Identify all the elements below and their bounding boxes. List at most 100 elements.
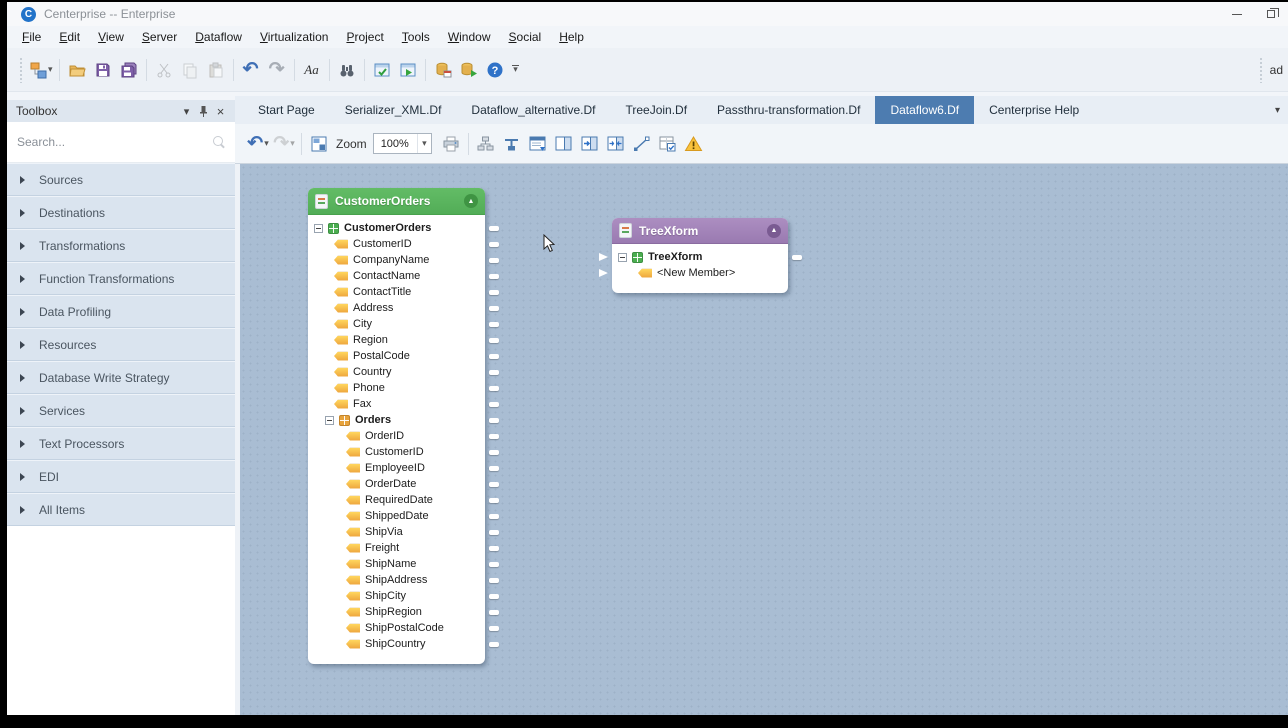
tree-row[interactable]: ShipVia [308, 524, 485, 540]
menu-item[interactable]: Dataflow [186, 27, 251, 47]
tree-row[interactable]: ShipCountry [308, 636, 485, 652]
redo-dropdown-caret-icon[interactable]: ▾ [290, 138, 295, 149]
tree-row[interactable]: Country [308, 364, 485, 380]
collapse-node-button[interactable]: ▲ [464, 194, 478, 208]
tree-row[interactable]: ContactName [308, 268, 485, 284]
toolbox-category[interactable]: Destinations [7, 196, 235, 229]
copy-button[interactable] [177, 56, 203, 84]
minimize-button[interactable] [1220, 2, 1254, 26]
toolbox-pin-button[interactable] [195, 103, 212, 120]
zoom-dropdown-caret-icon[interactable]: ▾ [417, 134, 431, 153]
tree-row[interactable]: ShipRegion [308, 604, 485, 620]
collapse-expander-icon[interactable] [314, 224, 323, 233]
toolbox-category[interactable]: Sources [7, 163, 235, 196]
tree-row[interactable]: EmployeeID [308, 460, 485, 476]
search-input[interactable] [17, 135, 213, 149]
toolbox-category[interactable]: Data Profiling [7, 295, 235, 328]
tree-row[interactable]: RequiredDate [308, 492, 485, 508]
new-dropdown-caret-icon[interactable]: ▾ [48, 64, 53, 75]
document-tab[interactable]: Passthru-transformation.Df [702, 96, 875, 124]
tree-row[interactable]: CustomerID [308, 444, 485, 460]
toolbox-category[interactable]: Function Transformations [7, 262, 235, 295]
menu-item[interactable]: View [89, 27, 133, 47]
menu-item[interactable]: File [13, 27, 50, 47]
panel-expand-button[interactable] [577, 130, 603, 158]
document-tab[interactable]: Dataflow6.Df [875, 96, 974, 124]
tree-row[interactable]: CustomerID [308, 236, 485, 252]
tree-row[interactable]: Fax [308, 396, 485, 412]
auto-layout-button[interactable] [306, 130, 332, 158]
tree-row[interactable]: Address [308, 300, 485, 316]
draw-link-button[interactable] [629, 130, 655, 158]
tree-row[interactable]: ContactTitle [308, 284, 485, 300]
font-options-button[interactable]: Aa [299, 56, 325, 84]
run-dataflow-button[interactable] [456, 56, 482, 84]
zoom-select[interactable]: 100% ▾ [373, 133, 432, 154]
tree-row[interactable]: ShipAddress [308, 572, 485, 588]
node-header[interactable]: CustomerOrders ▲ [308, 188, 485, 215]
node-customer-orders[interactable]: CustomerOrders ▲ CustomerOrders [308, 188, 485, 664]
toolbox-category[interactable]: EDI [7, 460, 235, 493]
menu-item[interactable]: Edit [50, 27, 89, 47]
canvas-undo-button[interactable]: ↶▾ [245, 130, 271, 158]
document-tab[interactable]: TreeJoin.Df [610, 96, 702, 124]
menu-item[interactable]: Window [439, 27, 500, 47]
collapse-expander-icon[interactable] [325, 416, 334, 425]
document-tab[interactable]: Serializer_XML.Df [330, 96, 457, 124]
tab-list-dropdown-button[interactable]: ▾ [1267, 96, 1288, 124]
toolbox-category[interactable]: Transformations [7, 229, 235, 262]
validate-window-button[interactable] [369, 56, 395, 84]
undo-dropdown-caret-icon[interactable]: ▾ [264, 138, 269, 149]
tree-row[interactable]: TreeXform [612, 249, 788, 265]
redo-button[interactable]: ↷ [264, 56, 290, 84]
toolbox-category[interactable]: Services [7, 394, 235, 427]
help-button[interactable]: ? [482, 56, 508, 84]
document-tab[interactable]: Centerprise Help [974, 96, 1094, 124]
menu-item[interactable]: Project [337, 27, 392, 47]
tree-row[interactable]: Region [308, 332, 485, 348]
panel-right-button[interactable] [551, 130, 577, 158]
tree-row[interactable]: OrderID [308, 428, 485, 444]
toolbox-category[interactable]: Text Processors [7, 427, 235, 460]
tree-row[interactable]: City [308, 316, 485, 332]
tree-row[interactable]: ShipCity [308, 588, 485, 604]
canvas-redo-button[interactable]: ↷▾ [271, 130, 297, 158]
tree-row[interactable]: ShippedDate [308, 508, 485, 524]
open-button[interactable] [64, 56, 90, 84]
paste-button[interactable] [203, 56, 229, 84]
document-tab[interactable]: Dataflow_alternative.Df [456, 96, 610, 124]
new-dataflow-button[interactable]: ▾ [27, 56, 55, 84]
preview-data-button[interactable] [655, 130, 681, 158]
tree-row[interactable]: CustomerOrders [308, 220, 485, 236]
tree-row[interactable]: Orders [308, 412, 485, 428]
restore-button[interactable] [1254, 2, 1288, 26]
collapse-expander-icon[interactable] [618, 253, 627, 262]
tree-row[interactable]: ShipName [308, 556, 485, 572]
database-schedule-button[interactable] [430, 56, 456, 84]
tree-row[interactable]: Phone [308, 380, 485, 396]
toolbar-overflow-button[interactable]: ▾ [512, 65, 519, 75]
print-button[interactable] [438, 130, 464, 158]
menu-item[interactable]: Help [550, 27, 593, 47]
tree-row[interactable]: PostalCode [308, 348, 485, 364]
panel-expand-all-button[interactable] [603, 130, 629, 158]
save-button[interactable] [90, 56, 116, 84]
menu-item[interactable]: Virtualization [251, 27, 338, 47]
tree-row[interactable]: OrderDate [308, 476, 485, 492]
undo-button[interactable]: ↶ [238, 56, 264, 84]
tree-row[interactable]: <New Member> [612, 265, 788, 281]
cut-button[interactable] [151, 56, 177, 84]
warnings-button[interactable] [681, 130, 707, 158]
tree-row[interactable]: ShipPostalCode [308, 620, 485, 636]
node-header[interactable]: TreeXform ▲ [612, 218, 788, 244]
menu-item[interactable]: Tools [393, 27, 439, 47]
document-tab[interactable]: Start Page [243, 96, 330, 124]
node-treexform[interactable]: TreeXform ▲ TreeXform [612, 218, 788, 293]
find-button[interactable] [334, 56, 360, 84]
tree-row[interactable]: CompanyName [308, 252, 485, 268]
save-all-button[interactable] [116, 56, 142, 84]
layout-list-button[interactable] [525, 130, 551, 158]
menu-item[interactable]: Server [133, 27, 186, 47]
tree-row[interactable]: Freight [308, 540, 485, 556]
menu-item[interactable]: Social [500, 27, 551, 47]
